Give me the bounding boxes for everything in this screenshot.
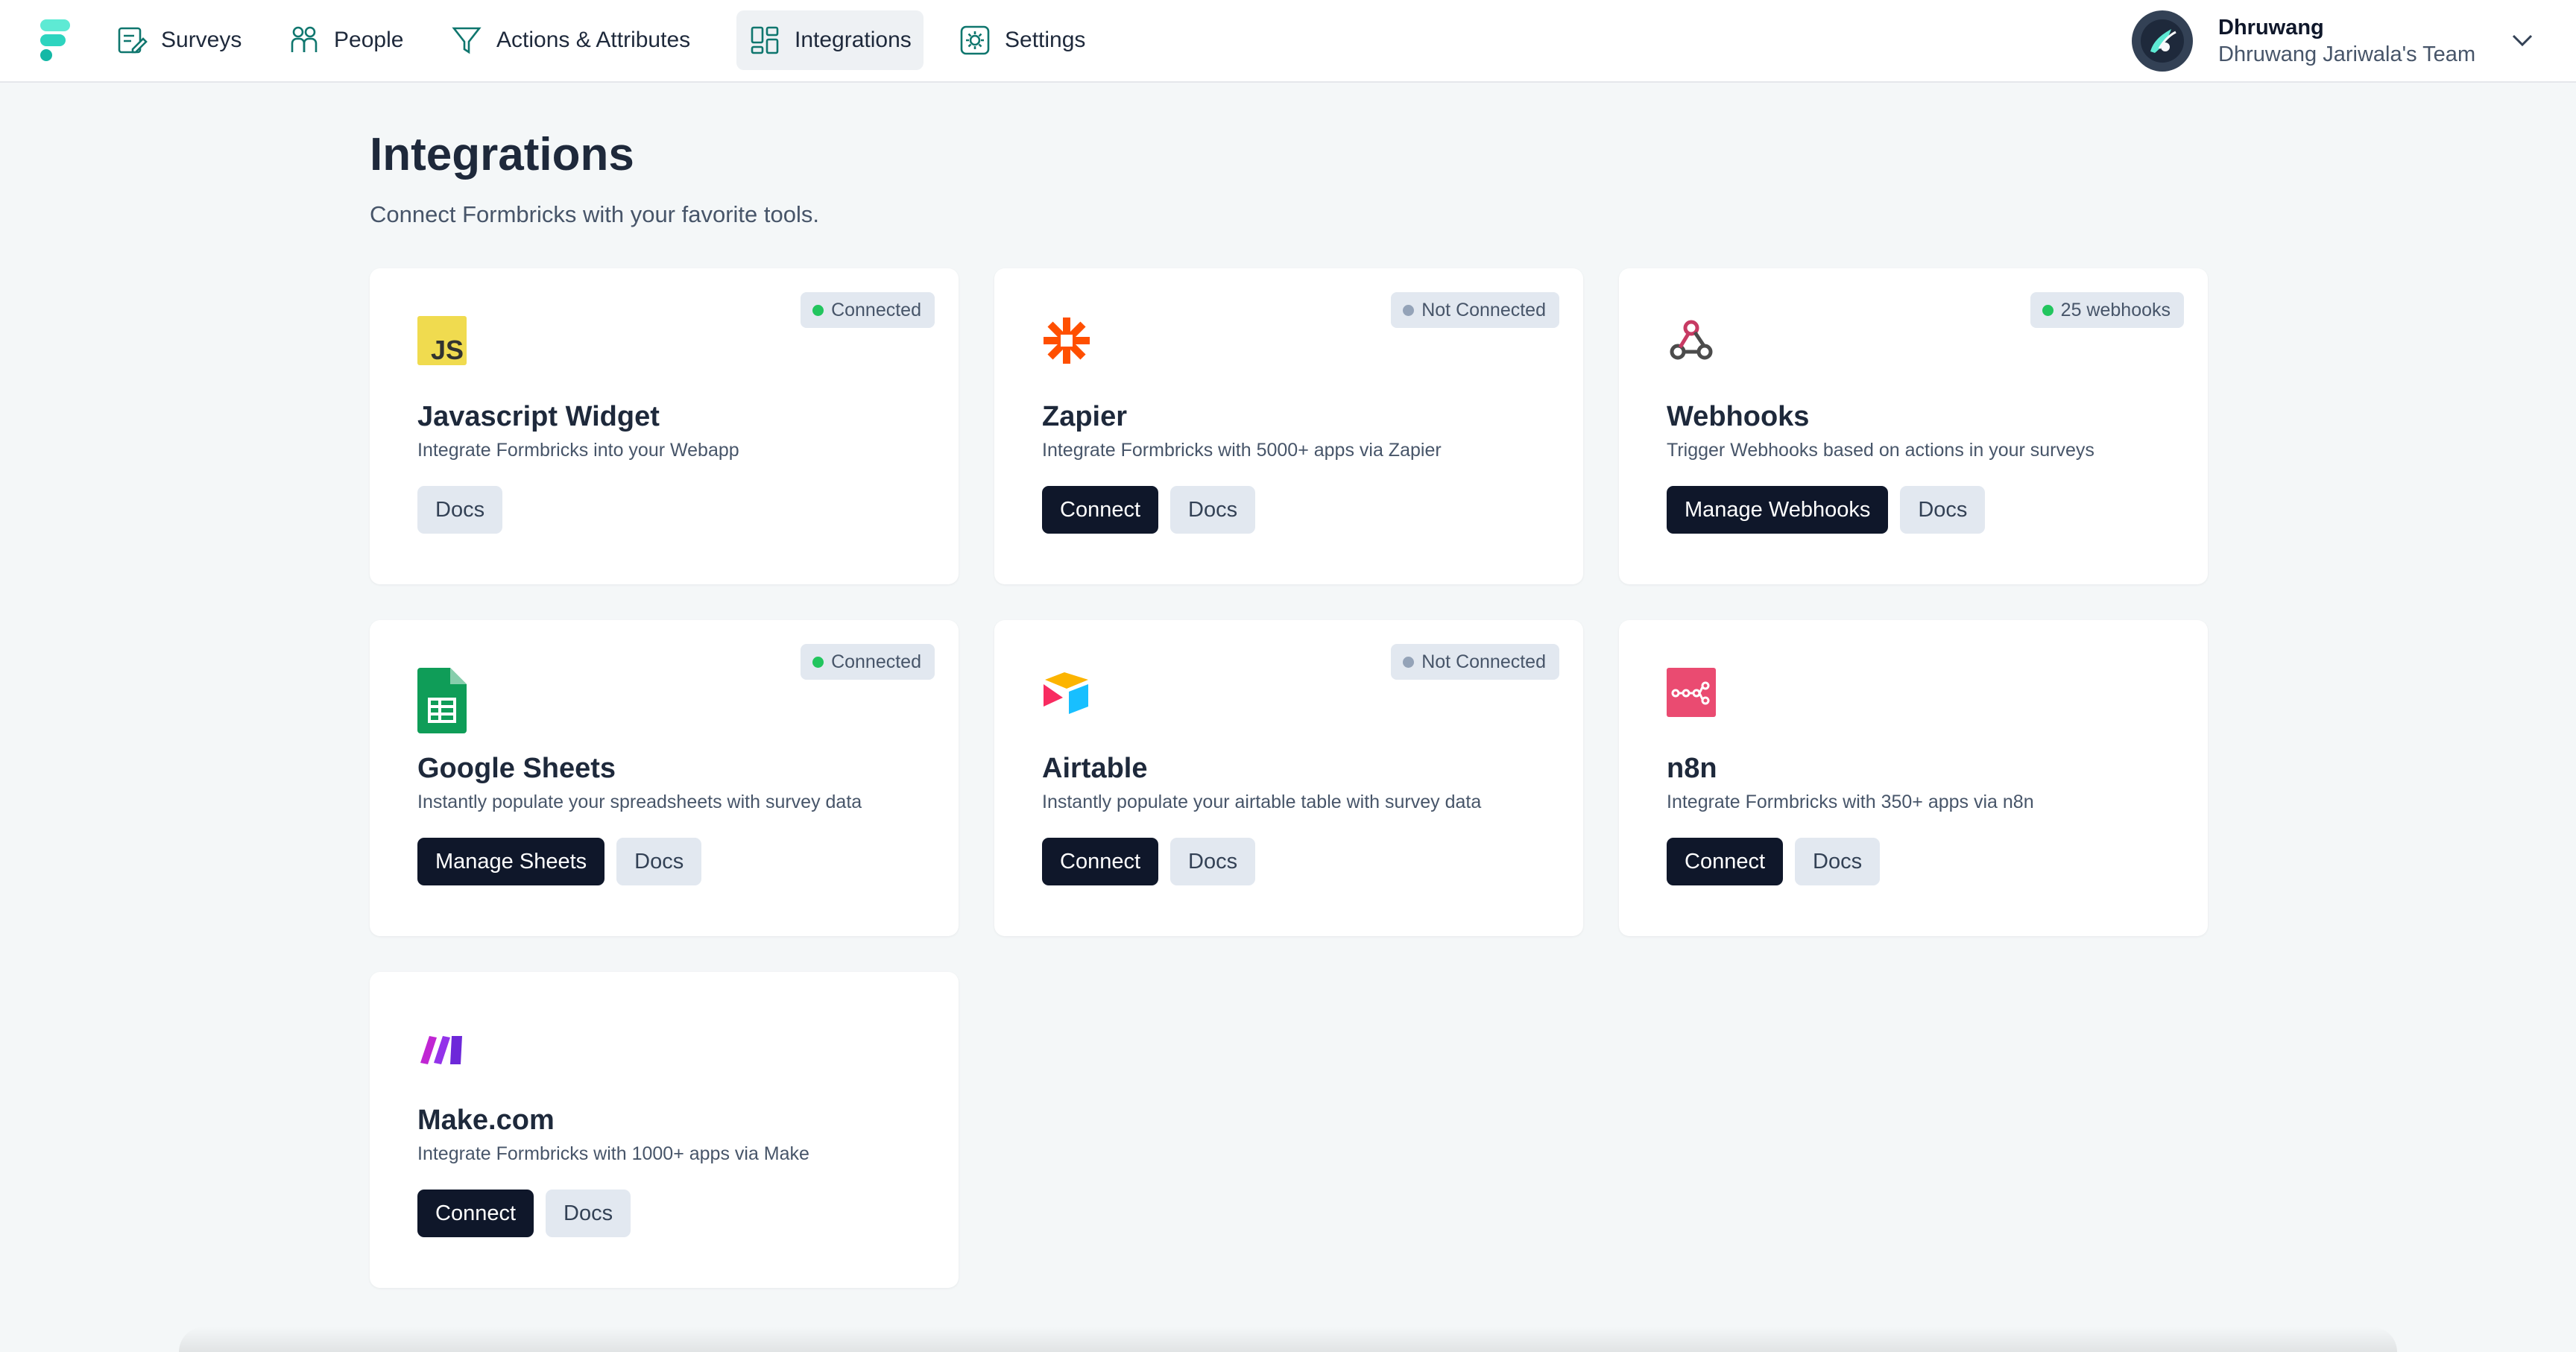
status-label: Connected	[831, 299, 921, 320]
zapier-icon	[1044, 318, 1090, 364]
card-description: Integrate Formbricks with 1000+ apps via…	[417, 1143, 809, 1164]
status-badge: Connected	[801, 644, 935, 680]
status-label: 25 webhooks	[2060, 299, 2171, 320]
avatar[interactable]	[2132, 10, 2193, 72]
connect-button[interactable]: Connect	[417, 1190, 534, 1237]
status-dot	[812, 656, 824, 668]
status-dot	[1403, 304, 1415, 316]
nav-settings-label: Settings	[1005, 28, 1086, 52]
card-actions: Connect Docs	[1042, 838, 1256, 885]
integration-card-n8n: n8n Integrate Formbricks with 350+ apps …	[1619, 620, 2208, 936]
docs-button[interactable]: Docs	[1795, 838, 1881, 885]
docs-button[interactable]: Docs	[1170, 838, 1256, 885]
page-subtitle: Connect Formbricks with your favorite to…	[370, 201, 819, 227]
integration-card-make: Make.com Integrate Formbricks with 1000+…	[370, 972, 959, 1288]
integrations-grid-icon	[751, 26, 779, 54]
nav-actions-attributes-label: Actions & Attributes	[496, 28, 691, 52]
profile-name: Dhruwang	[2218, 16, 2324, 40]
status-label: Connected	[831, 651, 921, 672]
make-icon	[420, 1036, 462, 1064]
status-dot	[1403, 656, 1415, 668]
formbricks-logo-icon[interactable]	[40, 19, 73, 61]
card-description: Integrate Formbricks with 5000+ apps via…	[1042, 440, 1442, 461]
webhook-icon	[1670, 320, 1713, 360]
integration-card-webhooks: 25 webhooks Webhooks Trigger Webhooks ba…	[1619, 268, 2208, 584]
chevron-down-icon[interactable]	[2507, 25, 2537, 55]
profile-team: Dhruwang Jariwala's Team	[2218, 42, 2476, 66]
profile-menu[interactable]: Dhruwang Dhruwang Jariwala's Team	[2132, 9, 2475, 73]
status-badge: Connected	[801, 292, 935, 328]
connect-button[interactable]: Connect	[1042, 838, 1159, 885]
docs-button[interactable]: Docs	[417, 486, 503, 534]
status-badge: Not Connected	[1391, 292, 1559, 328]
google-sheets-icon	[417, 668, 467, 733]
status-dot	[2042, 304, 2053, 316]
nav-people-label: People	[334, 28, 404, 52]
card-title: Webhooks	[1667, 401, 1810, 432]
svg-text:JS: JS	[431, 335, 464, 365]
docs-button[interactable]: Docs	[1170, 486, 1256, 534]
status-label: Not Connected	[1421, 299, 1546, 320]
settings-gear-icon	[960, 25, 990, 55]
avatar-icon	[2141, 19, 2184, 63]
filter-funnel-icon	[452, 27, 482, 54]
profile-text: Dhruwang Dhruwang Jariwala's Team	[2218, 14, 2475, 68]
connect-button[interactable]: Connect	[1042, 486, 1159, 534]
docs-button[interactable]: Docs	[616, 838, 702, 885]
card-actions: Docs	[417, 486, 503, 534]
manage-webhooks-button[interactable]: Manage Webhooks	[1667, 486, 1889, 534]
docs-button[interactable]: Docs	[546, 1190, 631, 1237]
card-description: Integrate Formbricks with 350+ apps via …	[1667, 792, 2034, 812]
javascript-icon: JS	[417, 316, 467, 365]
card-title: Javascript Widget	[417, 401, 660, 432]
card-actions: Manage Webhooks Docs	[1667, 486, 1986, 534]
nav-surveys-label: Surveys	[161, 28, 242, 52]
bottom-shadow	[179, 1327, 2397, 1352]
card-actions: Manage Sheets Docs	[417, 838, 702, 885]
card-title: n8n	[1667, 753, 1717, 784]
nav-integrations-label: Integrations	[795, 28, 912, 52]
card-description: Instantly populate your airtable table w…	[1042, 792, 1482, 812]
n8n-icon	[1667, 668, 1716, 717]
card-actions: Connect Docs	[417, 1190, 631, 1237]
page-title: Integrations	[370, 129, 634, 180]
top-navigation: Surveys People Actions & Attributes Inte…	[0, 0, 2576, 83]
survey-edit-icon	[118, 27, 148, 54]
integration-card-airtable: Not Connected Airtable Instantly populat…	[994, 620, 1583, 936]
nav-settings[interactable]: Settings	[947, 10, 1097, 70]
card-title: Zapier	[1042, 401, 1128, 432]
manage-sheets-button[interactable]: Manage Sheets	[417, 838, 605, 885]
integration-card-zapier: Not Connected Zapier Integrate Formbrick…	[994, 268, 1583, 584]
card-title: Make.com	[417, 1105, 555, 1136]
people-icon	[291, 26, 318, 52]
nav-surveys[interactable]: Surveys	[103, 10, 253, 70]
status-dot	[812, 304, 824, 316]
card-actions: Connect Docs	[1667, 838, 1881, 885]
docs-button[interactable]: Docs	[1900, 486, 1986, 534]
status-badge: Not Connected	[1391, 644, 1559, 680]
nav-integrations[interactable]: Integrations	[736, 10, 924, 70]
card-title: Airtable	[1042, 753, 1148, 784]
airtable-icon	[1044, 672, 1088, 714]
integration-card-google-sheets: Connected Google Sheets Instantly popula…	[370, 620, 959, 936]
nav-people[interactable]: People	[276, 10, 415, 70]
nav-actions-attributes[interactable]: Actions & Attributes	[438, 10, 702, 70]
card-description: Trigger Webhooks based on actions in you…	[1667, 440, 2094, 461]
status-badge: 25 webhooks	[2030, 292, 2184, 328]
integration-card-javascript-widget: Connected JS Javascript Widget Integrate…	[370, 268, 959, 584]
connect-button[interactable]: Connect	[1667, 838, 1784, 885]
card-description: Integrate Formbricks into your Webapp	[417, 440, 739, 461]
card-title: Google Sheets	[417, 753, 616, 784]
card-actions: Connect Docs	[1042, 486, 1256, 534]
card-description: Instantly populate your spreadsheets wit…	[417, 792, 862, 812]
status-label: Not Connected	[1421, 651, 1546, 672]
